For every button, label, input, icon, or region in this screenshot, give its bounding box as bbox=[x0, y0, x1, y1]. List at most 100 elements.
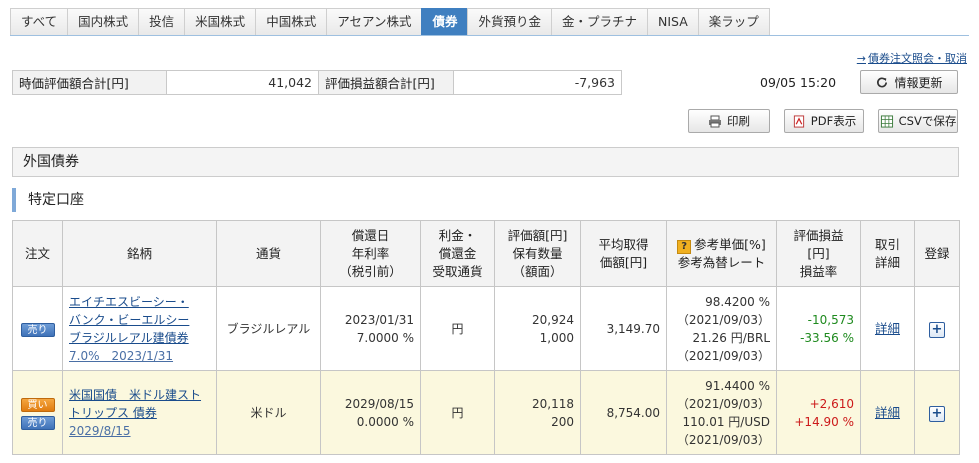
header-ref-price: ? 参考単価[%] 参考為替レート bbox=[666, 220, 777, 287]
header-register: 登録 bbox=[914, 220, 960, 287]
bond-order-cancel-link[interactable]: → 債券注文照会・取消 bbox=[857, 50, 967, 66]
summary-table: 時価評価額合計[円] 41,042 評価損益額合計[円] -7,963 bbox=[12, 70, 622, 95]
fx-rate: 110.01 円/USD bbox=[682, 414, 771, 429]
bond-name-cell: エイチエスビーシー・ バンク・ビーエルシー ブラジルレアル建債券 7.0% 20… bbox=[62, 286, 217, 371]
header-valuation-line2: 保有数量 bbox=[512, 245, 563, 261]
bond-name-link[interactable]: 米国国債 米ドル建スト bbox=[63, 386, 216, 404]
avg-price-cell: 8,754.00 bbox=[580, 370, 667, 455]
register-cell: + bbox=[914, 286, 960, 371]
valuation: 20,118 bbox=[532, 396, 574, 411]
header-pnl-line2: [円] bbox=[807, 245, 830, 261]
header-trade: 取引 詳細 bbox=[860, 220, 915, 287]
refresh-button[interactable]: 情報更新 bbox=[860, 70, 958, 94]
header-ref-price-label: 参考単価[%] bbox=[694, 236, 766, 252]
header-interest-line2: 償還金 bbox=[438, 245, 477, 261]
quantity: 1,000 bbox=[539, 330, 574, 345]
register-plus-button[interactable]: + bbox=[929, 405, 945, 422]
pdf-button[interactable]: PDF表示 bbox=[784, 109, 864, 133]
update-datetime: 09/05 15:20 bbox=[760, 75, 837, 90]
tab-china-stocks[interactable]: 中国株式 bbox=[255, 8, 327, 36]
bond-name-cell: 米国国債 米ドル建スト トリップス 債券 2029/8/15 bbox=[62, 370, 217, 455]
market-value-label: 時価評価額合計[円] bbox=[12, 70, 167, 95]
interest-rate: 7.0000 % bbox=[356, 330, 414, 345]
tab-all[interactable]: すべて bbox=[10, 8, 68, 36]
csv-button[interactable]: CSVで保存 bbox=[878, 109, 958, 133]
refresh-label: 情報更新 bbox=[894, 75, 943, 90]
ref-price: 91.4400 % bbox=[705, 378, 770, 393]
refresh-icon bbox=[877, 76, 888, 87]
category-tabs: すべて 国内株式 投信 米国株式 中国株式 アセアン株式 債券 外貨預り金 金・… bbox=[10, 8, 770, 36]
header-ref-price-line1: ? 参考単価[%] bbox=[667, 236, 776, 254]
ref-price-date: （2021/09/03） bbox=[676, 396, 770, 411]
tab-funds[interactable]: 投信 bbox=[138, 8, 185, 36]
header-interest-line3: 受取通貨 bbox=[432, 263, 483, 279]
trade-detail-cell: 詳細 bbox=[860, 286, 915, 371]
bond-name-link[interactable]: ブラジルレアル建債券 bbox=[63, 329, 216, 347]
pnl-label: 評価損益額合計[円] bbox=[318, 70, 454, 95]
currency-cell: ブラジルレアル bbox=[216, 286, 321, 371]
tab-domestic-stocks[interactable]: 国内株式 bbox=[67, 8, 139, 36]
valuation-cell: 20,118 200 bbox=[494, 370, 581, 455]
header-redemption-line2: 年利率 bbox=[351, 245, 390, 261]
trade-detail-cell: 詳細 bbox=[860, 370, 915, 455]
fx-rate: 21.26 円/BRL bbox=[692, 330, 770, 345]
header-trade-line1: 取引 bbox=[874, 236, 900, 252]
pnl-cell: +2,610 +14.90 % bbox=[776, 370, 861, 455]
header-redemption-line1: 償還日 bbox=[351, 227, 390, 243]
pdf-label: PDF表示 bbox=[810, 114, 857, 128]
avg-price-cell: 3,149.70 bbox=[580, 286, 667, 371]
sell-button[interactable]: 売り bbox=[20, 415, 55, 430]
header-interest: 利金・ 償還金 受取通貨 bbox=[420, 220, 495, 287]
ref-price-cell: 91.4400 % （2021/09/03） 110.01 円/USD （202… bbox=[666, 370, 777, 455]
section-title: 外国債券 bbox=[12, 147, 959, 177]
bond-name-link[interactable]: 7.0% 2023/1/31 bbox=[63, 347, 216, 365]
header-interest-line1: 利金・ bbox=[438, 227, 477, 243]
interest-currency-cell: 円 bbox=[420, 370, 495, 455]
tab-gold-platinum[interactable]: 金・プラチナ bbox=[551, 8, 648, 36]
csv-icon bbox=[880, 114, 893, 128]
tab-bonds[interactable]: 債券 bbox=[421, 8, 468, 36]
holdings-table: 注文 銘柄 通貨 償還日 年利率 （税引前） 利金・ 償還金 受取通貨 評価額[… bbox=[12, 220, 960, 455]
header-pnl-line1: 評価損益 bbox=[793, 227, 844, 243]
bond-name-link[interactable]: エイチエスビーシー・ bbox=[63, 293, 216, 311]
tab-rakuwrap[interactable]: 楽ラップ bbox=[697, 8, 770, 36]
pnl-amount: +2,610 bbox=[809, 396, 854, 411]
tab-asean-stocks[interactable]: アセアン株式 bbox=[326, 8, 422, 36]
interest-rate: 0.0000 % bbox=[356, 414, 414, 429]
arrow-right-icon: → bbox=[856, 52, 866, 65]
header-valuation-line1: 評価額[円] bbox=[507, 227, 568, 243]
header-name: 銘柄 bbox=[62, 220, 217, 287]
tab-us-stocks[interactable]: 米国株式 bbox=[184, 8, 256, 36]
bond-name-link[interactable]: バンク・ビーエルシー bbox=[63, 311, 216, 329]
account-title: 特定口座 bbox=[12, 188, 84, 212]
pnl-cell: -10,573 -33.56 % bbox=[776, 286, 861, 371]
order-cell: 買い 売り bbox=[12, 370, 63, 455]
header-avg-price: 平均取得 価額[円] bbox=[580, 220, 667, 287]
tab-nisa[interactable]: NISA bbox=[647, 8, 698, 36]
csv-label: CSVで保存 bbox=[898, 114, 957, 128]
redemption-date: 2029/08/15 bbox=[344, 396, 414, 411]
header-order: 注文 bbox=[12, 220, 63, 287]
valuation: 20,924 bbox=[532, 312, 574, 327]
detail-link[interactable]: 詳細 bbox=[875, 405, 900, 420]
pnl-value: -7,963 bbox=[453, 70, 622, 95]
interest-currency-cell: 円 bbox=[420, 286, 495, 371]
header-avg-price-line1: 平均取得 bbox=[598, 236, 649, 252]
valuation-cell: 20,924 1,000 bbox=[494, 286, 581, 371]
question-icon[interactable]: ? bbox=[677, 239, 692, 254]
header-redemption: 償還日 年利率 （税引前） bbox=[320, 220, 421, 287]
buy-button[interactable]: 買い bbox=[20, 397, 55, 412]
ref-price-cell: 98.4200 % （2021/09/03） 21.26 円/BRL （2021… bbox=[666, 286, 777, 371]
tab-foreign-deposits[interactable]: 外貨預り金 bbox=[467, 8, 551, 36]
redemption-date: 2023/01/31 bbox=[344, 312, 414, 327]
header-valuation: 評価額[円] 保有数量 （額面） bbox=[494, 220, 581, 287]
header-trade-line2: 詳細 bbox=[874, 254, 900, 270]
register-plus-button[interactable]: + bbox=[929, 321, 945, 338]
header-pnl: 評価損益 [円] 損益率 bbox=[776, 220, 861, 287]
detail-link[interactable]: 詳細 bbox=[875, 321, 900, 336]
header-avg-price-line2: 価額[円] bbox=[599, 254, 648, 270]
bond-name-link[interactable]: 2029/8/15 bbox=[63, 422, 216, 440]
print-button[interactable]: 印刷 bbox=[688, 109, 770, 133]
bond-name-link[interactable]: トリップス 債券 bbox=[63, 404, 216, 422]
sell-button[interactable]: 売り bbox=[20, 322, 55, 337]
